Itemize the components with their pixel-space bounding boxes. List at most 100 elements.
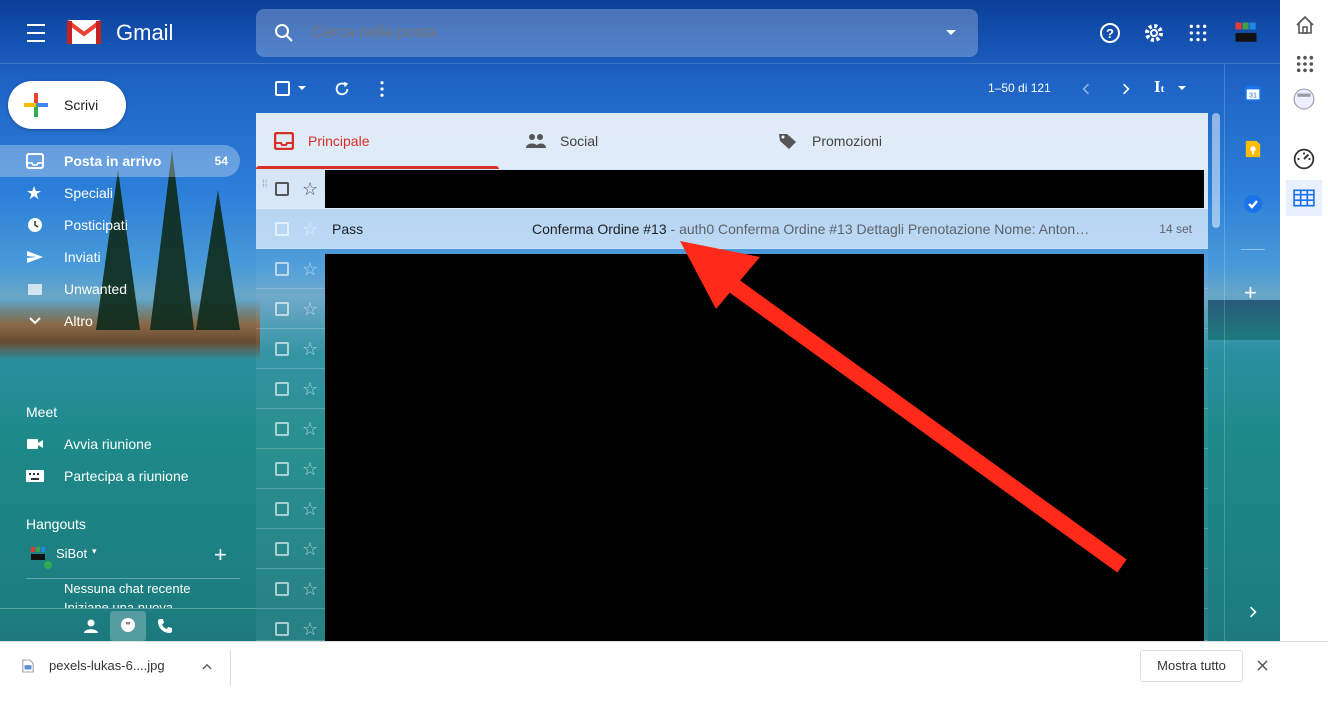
row-checkbox[interactable]: [275, 182, 289, 196]
side-panel-divider: [1241, 249, 1265, 250]
help-icon[interactable]: ?: [1090, 13, 1130, 53]
row-checkbox[interactable]: [275, 222, 289, 236]
star-icon[interactable]: ☆: [302, 417, 318, 441]
star-icon[interactable]: ☆: [302, 617, 318, 641]
calendar-icon[interactable]: 31: [1244, 84, 1262, 102]
input-tools-chevron-down-icon[interactable]: [1178, 86, 1186, 90]
select-options-chevron-down-icon[interactable]: [298, 86, 306, 90]
row-checkbox[interactable]: [275, 582, 289, 596]
chevron-right-icon[interactable]: [1122, 83, 1130, 95]
nav-item-snoozed[interactable]: Posticipati: [0, 209, 240, 241]
home-icon[interactable]: [1295, 15, 1315, 35]
tab-promotions[interactable]: Promozioni: [760, 113, 1012, 169]
tasks-icon[interactable]: [1243, 194, 1263, 214]
tab-label: Promozioni: [812, 133, 883, 149]
keyboard-icon: [26, 470, 44, 482]
email-sender: Pass: [332, 221, 364, 237]
chat-icon[interactable]: ": [110, 611, 146, 641]
show-all-button[interactable]: Mostra tutto: [1140, 650, 1243, 682]
plus-icon: [24, 93, 48, 117]
category-tabs: Principale Social Promozioni: [256, 113, 1208, 169]
redaction-block: [325, 170, 1204, 208]
table-row[interactable]: ☆ Pass Conferma Ordine #13 - auth0 Confe…: [256, 209, 1208, 249]
close-icon[interactable]: [1257, 660, 1268, 671]
star-icon[interactable]: ☆: [302, 457, 318, 481]
refresh-icon[interactable]: [333, 80, 351, 98]
window-icon[interactable]: [1293, 88, 1315, 110]
star-icon[interactable]: ☆: [302, 257, 318, 281]
row-checkbox[interactable]: [275, 302, 289, 316]
menu-icon[interactable]: [20, 20, 52, 46]
nav-item-inbox[interactable]: Posta in arrivo 54: [0, 145, 240, 177]
hangouts-user[interactable]: SiBot ▾: [30, 544, 210, 569]
send-icon: [27, 251, 43, 263]
row-checkbox[interactable]: [275, 502, 289, 516]
new-chat-plus-icon[interactable]: +: [214, 544, 227, 566]
clock-icon: [28, 218, 42, 232]
tab-primary[interactable]: Principale: [256, 113, 508, 169]
avatar: [31, 547, 45, 560]
star-icon[interactable]: ☆: [302, 537, 318, 561]
star-icon[interactable]: ☆: [302, 337, 318, 361]
dashboard-icon[interactable]: [1293, 148, 1315, 170]
contacts-icon[interactable]: [82, 617, 100, 635]
email-date: 14 set: [1159, 222, 1192, 236]
row-checkbox[interactable]: [275, 382, 289, 396]
meet-join-link[interactable]: Partecipa a riunione: [0, 460, 240, 492]
nav-item-label: Unwanted: [64, 281, 128, 297]
star-icon[interactable]: ☆: [302, 377, 318, 401]
compose-button[interactable]: Scrivi: [8, 81, 126, 129]
star-icon: ★: [26, 183, 43, 203]
search-input[interactable]: [312, 9, 912, 57]
chevron-up-icon[interactable]: [202, 663, 212, 670]
meet-start-link[interactable]: Avvia riunione: [0, 428, 240, 460]
extension-active-item[interactable]: [1286, 180, 1322, 216]
input-tools-icon[interactable]: It: [1154, 77, 1164, 97]
phone-icon[interactable]: [156, 617, 174, 635]
row-checkbox[interactable]: [275, 462, 289, 476]
search-options-chevron-down-icon[interactable]: [946, 30, 956, 35]
browser-sidebar: [1280, 0, 1328, 641]
row-checkbox[interactable]: [275, 262, 289, 276]
gear-icon[interactable]: [1134, 13, 1174, 53]
scrollbar-thumb[interactable]: [1212, 113, 1220, 228]
chevron-right-icon[interactable]: [1249, 606, 1257, 618]
chevron-down-icon: ▾: [92, 546, 97, 556]
row-checkbox[interactable]: [275, 422, 289, 436]
keep-icon[interactable]: [1244, 140, 1262, 158]
download-file-name[interactable]: pexels-lukas-6....jpg: [49, 642, 165, 690]
star-icon[interactable]: ☆: [302, 497, 318, 521]
nav-item-more[interactable]: Altro: [0, 305, 240, 337]
email-snippet: - auth0 Conferma Ordine #13 Dettagli Pre…: [666, 221, 1090, 237]
drag-handle-icon[interactable]: ⁞⁞: [262, 180, 268, 190]
more-vert-icon[interactable]: [379, 81, 385, 97]
status-dot: [44, 561, 52, 569]
star-icon[interactable]: ☆: [302, 217, 318, 241]
apps-icon[interactable]: [1178, 13, 1218, 53]
search-bar[interactable]: [256, 9, 978, 57]
gmail-window: Gmail ? Scrivi Posta in arrivo 54: [0, 0, 1328, 708]
star-icon[interactable]: ☆: [302, 297, 318, 321]
row-checkbox[interactable]: [275, 542, 289, 556]
gmail-logo[interactable]: [66, 18, 102, 46]
table-row[interactable]: ⁞⁞ ☆: [256, 169, 1208, 209]
hangouts-footer: ": [0, 608, 256, 641]
nav-item-sent[interactable]: Inviati: [0, 241, 240, 273]
apps-icon[interactable]: [1296, 55, 1314, 73]
row-checkbox[interactable]: [275, 342, 289, 356]
inbox-icon: [26, 153, 44, 169]
star-icon[interactable]: ☆: [302, 577, 318, 601]
nav-item-starred[interactable]: ★ Speciali: [0, 177, 240, 209]
search-icon[interactable]: [272, 21, 296, 45]
select-all-checkbox[interactable]: [275, 81, 290, 96]
nav-item-unwanted[interactable]: Unwanted: [0, 273, 240, 305]
table-icon: [1293, 189, 1315, 207]
tab-social[interactable]: Social: [508, 113, 760, 169]
scrollbar[interactable]: [1210, 113, 1222, 641]
chevron-left-icon[interactable]: [1082, 83, 1090, 95]
row-checkbox[interactable]: [275, 622, 289, 636]
avatar[interactable]: [1226, 13, 1266, 53]
star-icon[interactable]: ☆: [302, 177, 318, 201]
plus-icon[interactable]: +: [1244, 282, 1257, 304]
hangouts-empty-text: Nessuna chat recente: [64, 581, 191, 596]
